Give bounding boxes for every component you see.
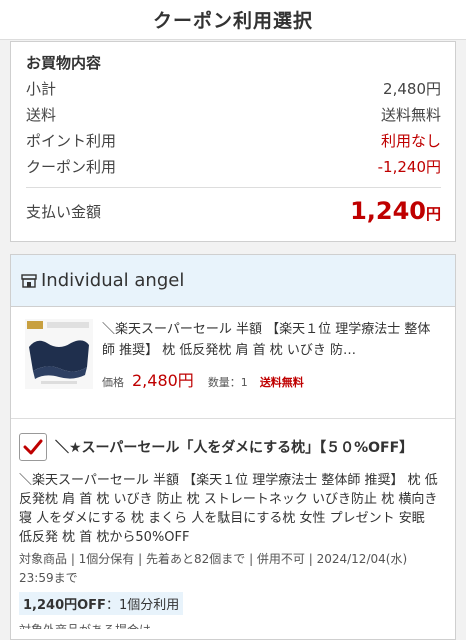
price-value: 2,480円	[132, 371, 194, 390]
checkmark-icon	[23, 439, 43, 455]
total-unit: 円	[425, 205, 441, 223]
coupon-item: ＼★スーパーセール「人をダメにする枕」【５０%OFF】 ＼楽天スーパーセール 半…	[11, 419, 455, 629]
shop-icon	[21, 273, 37, 288]
coupon-description: ＼楽天スーパーセール 半額 【楽天１位 理学療法士 整体師 推奨】 枕 低反発枕…	[19, 473, 438, 545]
subtotal-label: 小計	[26, 79, 57, 98]
coupon-title: ＼★スーパーセール「人をダメにする枕」【５０%OFF】	[55, 440, 414, 456]
points-row: ポイント利用 利用なし	[26, 127, 441, 153]
order-summary-card: お買物内容 小計 2,480円 送料 送料無料 ポイント利用 利用なし クーポン…	[10, 41, 456, 242]
points-label: ポイント利用	[26, 131, 117, 150]
coupon-checkbox[interactable]	[19, 433, 47, 461]
shipping-label: 送料	[26, 105, 57, 124]
product-info: ＼楽天スーパーセール 半額 【楽天１位 理学療法士 整体師 推奨】 枕 低反発枕…	[102, 319, 441, 418]
coupon-usage-row: クーポン利用 -1,240円	[26, 153, 441, 179]
product-price-row: 価格 2,480円 数量：1 送料無料	[102, 367, 441, 391]
subtotal-value: 2,480円	[383, 79, 441, 98]
product-description[interactable]: ＼楽天スーパーセール 半額 【楽天１位 理学療法士 整体師 推奨】 枕 低反発枕…	[102, 319, 441, 361]
points-value: 利用なし	[380, 131, 441, 150]
page-header: クーポン利用選択	[0, 0, 466, 40]
coupon-conditions: 対象商品 | 1個分保有 | 先着あと82個まで | 併用不可 | 2024/1…	[19, 552, 408, 585]
subtotal-row: 小計 2,480円	[26, 75, 441, 101]
total-label: 支払い金額	[26, 202, 102, 221]
page-title: クーポン利用選択	[152, 10, 313, 32]
coupon-note: 対象外商品がある場合は...	[19, 621, 441, 629]
product-item: ＼楽天スーパーセール 半額 【楽天１位 理学療法士 整体師 推奨】 枕 低反発枕…	[11, 307, 455, 419]
quantity-text: 数量：1	[207, 376, 248, 389]
coupon-discount-badge: 1,240円OFF：1個分利用	[19, 592, 184, 615]
shop-header[interactable]: Individual angel	[11, 255, 455, 307]
coupon-usage-label: クーポン利用	[26, 157, 117, 176]
total-row: 支払い金額 1,240円	[26, 188, 441, 234]
shop-card: Individual angel ＼楽天スーパーセール 半額 【楽天１位 理学療…	[10, 254, 456, 640]
shipping-value: 送料無料	[380, 105, 441, 124]
price-label: 価格	[102, 376, 124, 389]
product-thumbnail	[25, 319, 93, 389]
total-value: 1,240円	[350, 197, 441, 225]
shipping-row: 送料 送料無料	[26, 101, 441, 127]
coupon-header: ＼★スーパーセール「人をダメにする枕」【５０%OFF】	[19, 433, 441, 461]
coupon-discount-note: ：1個分利用	[105, 598, 180, 613]
shipping-badge: 送料無料	[259, 376, 304, 389]
shop-name: Individual angel	[41, 270, 185, 291]
coupon-usage-value: -1,240円	[377, 157, 441, 176]
order-summary-title: お買物内容	[26, 54, 102, 72]
coupon-discount-amount: 1,240円OFF	[23, 598, 106, 613]
total-amount: 1,240	[350, 197, 426, 225]
